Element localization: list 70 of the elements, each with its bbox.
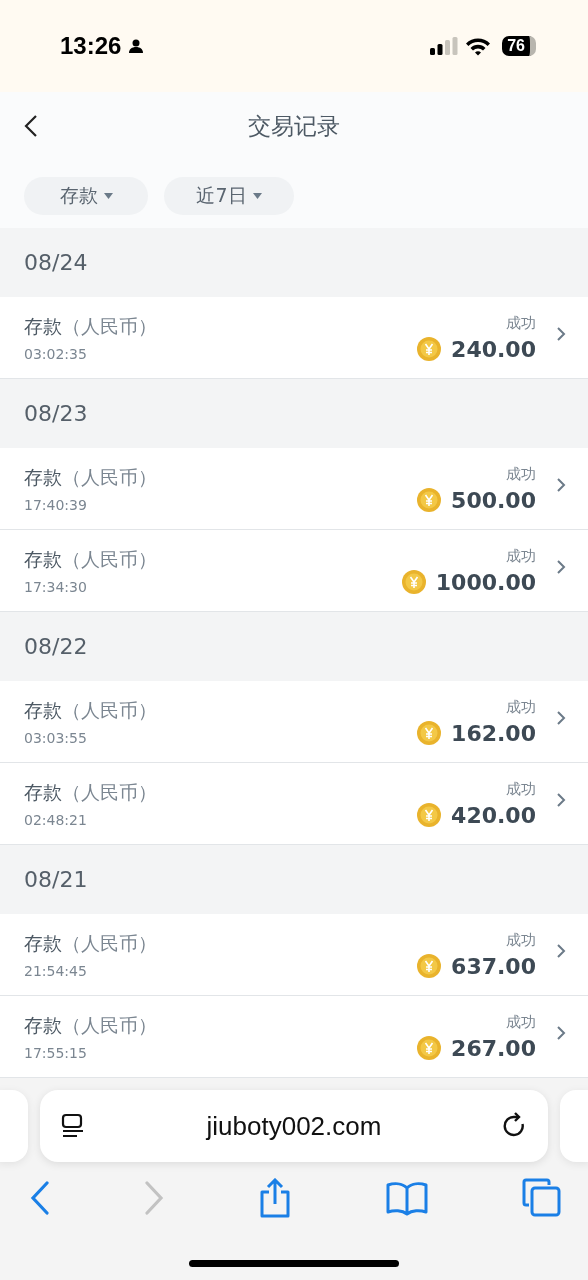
transaction-status: 成功 bbox=[506, 313, 536, 333]
date-heading: 08/23 bbox=[24, 401, 88, 426]
transaction-row[interactable]: 存款（人民币） 03:03:55 成功 162.00 bbox=[0, 681, 588, 763]
transaction-title: 存款（人民币） bbox=[24, 464, 158, 490]
coin-icon bbox=[417, 721, 442, 745]
transaction-status: 成功 bbox=[506, 464, 536, 484]
book-icon[interactable] bbox=[386, 1180, 428, 1216]
coin-icon bbox=[417, 337, 442, 361]
transaction-row[interactable]: 存款（人民币） 17:40:39 成功 500.00 bbox=[0, 448, 588, 530]
coin-icon bbox=[401, 570, 426, 594]
chevron-icon bbox=[556, 558, 566, 575]
url-text: jiuboty002.com bbox=[206, 1110, 382, 1142]
transaction-title: 存款（人民币） bbox=[24, 779, 158, 805]
transaction-status: 成功 bbox=[506, 779, 536, 799]
transaction-amount: 267.00 bbox=[451, 1035, 536, 1061]
transaction-status: 成功 bbox=[506, 697, 536, 717]
person-icon bbox=[128, 38, 145, 54]
address-bar[interactable]: jiuboty002.com bbox=[40, 1090, 548, 1162]
caret-icon bbox=[103, 193, 113, 199]
status-time: 13:26 bbox=[60, 32, 122, 60]
transaction-amount: 240.00 bbox=[451, 336, 536, 362]
transaction-time: 03:02:35 bbox=[24, 345, 88, 362]
transaction-row[interactable]: 存款（人民币） 17:34:30 成功 1000.00 bbox=[0, 530, 588, 612]
transaction-status: 成功 bbox=[506, 1012, 536, 1032]
chevron-icon bbox=[556, 325, 566, 342]
transaction-time: 03:03:55 bbox=[24, 729, 88, 746]
transaction-row[interactable]: 存款（人民币） 17:55:15 成功 267.00 bbox=[0, 996, 588, 1078]
filter-dropdown[interactable]: 近7日 bbox=[164, 177, 294, 215]
transaction-amount: 637.00 bbox=[451, 953, 536, 979]
transaction-amount: 1000.00 bbox=[435, 569, 536, 595]
transaction-title: 存款（人民币） bbox=[24, 546, 158, 572]
back-icon[interactable] bbox=[24, 114, 38, 138]
transaction-row[interactable]: 存款（人民币） 21:54:45 成功 637.00 bbox=[0, 914, 588, 996]
transaction-title: 存款（人民币） bbox=[24, 930, 158, 956]
transaction-row[interactable]: 存款（人民币） 02:48:21 成功 420.00 bbox=[0, 763, 588, 845]
transaction-amount: 420.00 bbox=[451, 802, 536, 828]
transaction-time: 21:54:45 bbox=[24, 962, 88, 979]
chevron-icon bbox=[556, 1024, 566, 1041]
date-heading: 08/24 bbox=[24, 250, 88, 275]
transaction-title: 存款（人民币） bbox=[24, 313, 158, 339]
coin-icon bbox=[417, 1036, 442, 1060]
transaction-time: 02:48:21 bbox=[24, 811, 88, 828]
chevron-icon bbox=[556, 476, 566, 493]
share-icon[interactable] bbox=[258, 1178, 292, 1218]
date-heading: 08/22 bbox=[24, 634, 88, 659]
transaction-title: 存款（人民币） bbox=[24, 697, 158, 723]
transaction-time: 17:40:39 bbox=[24, 496, 88, 513]
chevron-icon bbox=[556, 942, 566, 959]
chevron-icon bbox=[556, 709, 566, 726]
transaction-row[interactable]: 存款（人民币） 03:02:35 成功 240.00 bbox=[0, 297, 588, 379]
transaction-status: 成功 bbox=[506, 930, 536, 950]
chevron-icon bbox=[556, 791, 566, 808]
transaction-time: 17:55:15 bbox=[24, 1044, 88, 1061]
transaction-title: 存款（人民币） bbox=[24, 1012, 158, 1038]
wifi-icon bbox=[465, 36, 492, 56]
signal-icon bbox=[430, 37, 459, 55]
coin-icon bbox=[417, 954, 442, 978]
coin-icon bbox=[417, 803, 442, 827]
reader-icon[interactable] bbox=[60, 1113, 86, 1139]
tabs-icon[interactable] bbox=[522, 1178, 562, 1218]
transaction-time: 17:34:30 bbox=[24, 578, 88, 595]
caret-icon bbox=[252, 193, 262, 199]
transaction-status: 成功 bbox=[506, 546, 536, 566]
page-title: 交易记录 bbox=[248, 111, 340, 141]
filter-dropdown[interactable]: 存款 bbox=[24, 177, 148, 215]
date-heading: 08/21 bbox=[24, 867, 88, 892]
transaction-amount: 162.00 bbox=[451, 720, 536, 746]
coin-icon bbox=[417, 488, 442, 512]
transaction-amount: 500.00 bbox=[451, 487, 536, 513]
battery-indicator: 76 bbox=[502, 36, 536, 56]
